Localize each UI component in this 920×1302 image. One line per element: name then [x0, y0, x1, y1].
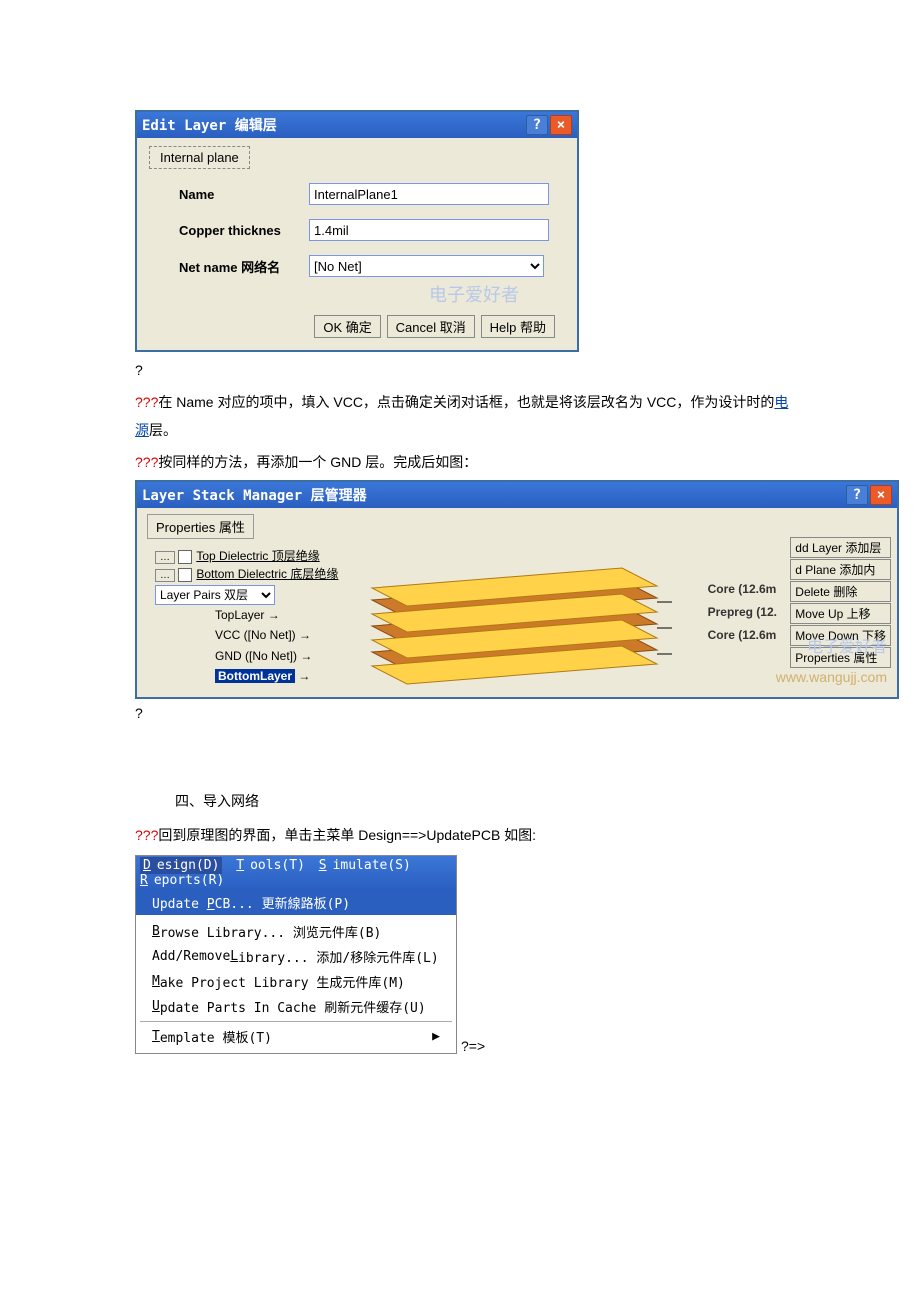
watermark-url: www.wangujj.com: [776, 669, 887, 685]
menu-tools[interactable]: Tools(T): [236, 858, 305, 873]
menu-item-make-project-library[interactable]: Make Project Library 生成元件库(M): [136, 969, 456, 994]
menu-item-add-remove-library[interactable]: Add/Remove Library... 添加/移除元件库(L): [136, 944, 456, 969]
help-button[interactable]: Help 帮助: [481, 315, 555, 338]
trailing-q: ?: [135, 362, 143, 378]
lsm-titlebar: Layer Stack Manager 层管理器 ? ×: [137, 482, 897, 508]
move-up-button[interactable]: Move Up 上移: [790, 603, 891, 624]
close-icon[interactable]: ×: [870, 485, 892, 505]
menu-item-update-pcb[interactable]: Update PCB... 更新線路板(P): [136, 890, 456, 915]
delete-button[interactable]: Delete 删除: [790, 581, 891, 602]
menu-reports[interactable]: Reports(R): [140, 873, 224, 888]
layer-pairs-select[interactable]: Layer Pairs 双层: [155, 585, 275, 605]
net-select[interactable]: [No Net]: [309, 255, 544, 277]
bottom-dielectric-checkbox[interactable]: [178, 568, 192, 582]
paragraph-3: ???回到原理图的界面，单击主菜单 Design==>UpdatePCB 如图:: [135, 821, 790, 849]
help-icon[interactable]: ?: [526, 115, 548, 135]
ellipsis-button[interactable]: …: [155, 551, 175, 564]
after-menu-text: ?=>: [461, 1038, 485, 1054]
menu-design[interactable]: DDesign(D)esign(D): [140, 857, 222, 874]
name-label: Name: [179, 187, 309, 202]
menu-simulate[interactable]: Simulate(S): [319, 858, 411, 873]
section-4-title: 四、导入网络: [175, 791, 790, 811]
submenu-arrow-icon: ▶: [432, 1029, 440, 1044]
name-input[interactable]: [309, 183, 549, 205]
add-layer-button[interactable]: dd Layer 添加层: [790, 537, 891, 558]
help-icon[interactable]: ?: [846, 485, 868, 505]
copper-input[interactable]: [309, 219, 549, 241]
tab-properties[interactable]: Properties 属性: [147, 514, 254, 539]
ok-button[interactable]: OK 确定: [314, 315, 380, 338]
tab-internal-plane[interactable]: Internal plane: [149, 146, 250, 169]
trailing-q: ?: [135, 705, 790, 721]
stack-right-labels: Core (12.6m Prepreg (12. Core (12.6m: [708, 578, 777, 646]
titlebar: Edit Layer 编辑层 ? ×: [137, 112, 577, 138]
add-plane-button[interactable]: d Plane 添加内: [790, 559, 891, 580]
design-menu: DDesign(D)esign(D) Tools(T) Simulate(S) …: [135, 855, 457, 1054]
menu-item-update-parts-cache[interactable]: Update Parts In Cache 刷新元件缓存(U): [136, 994, 456, 1019]
layer-stack-manager-dialog: Layer Stack Manager 层管理器 ? × Properties …: [135, 480, 899, 699]
watermark-text: 电子爱好者: [429, 281, 565, 307]
net-label: Net name 网络名: [179, 257, 309, 276]
menubar: DDesign(D)esign(D) Tools(T) Simulate(S) …: [136, 856, 456, 890]
ellipsis-button[interactable]: …: [155, 569, 175, 582]
close-icon[interactable]: ×: [550, 115, 572, 135]
paragraph-2: ???按同样的方法，再添加一个 GND 层。完成后如图：: [135, 448, 790, 476]
copper-label: Copper thicknes: [179, 223, 309, 238]
menu-item-browse-library[interactable]: Browse Library... 浏览元件库(B): [136, 919, 456, 944]
watermark-text: 电子爱好者: [807, 633, 887, 657]
paragraph-1: ???在 Name 对应的项中，填入 VCC，点击确定关闭对话框，也就是将该层改…: [135, 388, 790, 444]
layer-stack-diagram: [342, 558, 672, 698]
cancel-button[interactable]: Cancel 取消: [387, 315, 475, 338]
menu-item-template[interactable]: Template 模板(T)▶: [136, 1024, 456, 1049]
top-dielectric-checkbox[interactable]: [178, 550, 192, 564]
edit-layer-dialog: Edit Layer 编辑层 ? × Internal plane Name C…: [135, 110, 579, 352]
lsm-title: Layer Stack Manager 层管理器: [142, 485, 844, 505]
dialog-title: Edit Layer 编辑层: [142, 115, 524, 135]
